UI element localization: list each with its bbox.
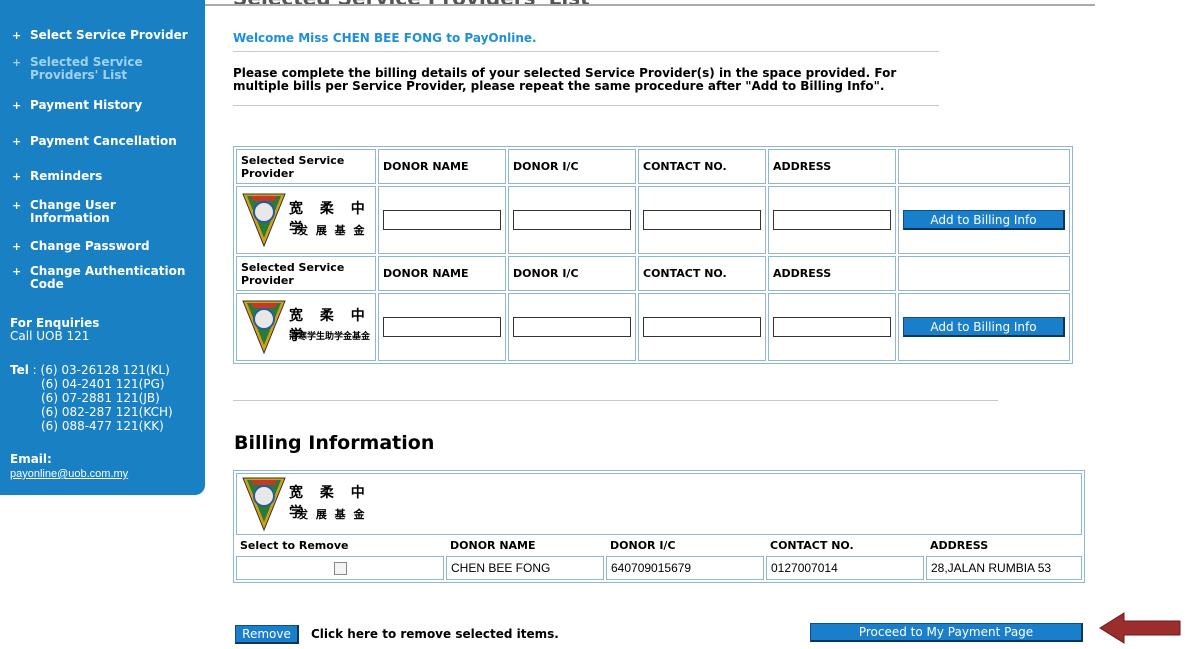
bullet-icon: + [12,29,22,42]
left-arrow-icon [1099,612,1181,644]
billing-logo-cell: 宽 柔 中 学 发 展 基 金 [236,473,1082,535]
school-emblem-icon [242,193,286,248]
proceed-to-payment-button[interactable]: Proceed to My Payment Page [810,623,1083,642]
table-row: 宽 柔 中 学 发 展 基 金 Add to Billing Info [236,186,1070,254]
provider-logo: 宽 柔 中 学 发 展 基 金 [237,474,373,534]
divider [233,51,939,52]
col-header: DONOR I/C [610,539,676,552]
add-to-billing-button[interactable]: Add to Billing Info [903,317,1065,337]
logo-subtext: 发 展 基 金 [297,508,367,521]
col-header: DONOR NAME [378,256,506,291]
donor-name-cell [378,293,506,361]
tel-line: Tel : (6) 03-26128 121(KL) [10,363,170,377]
tel-line: (6) 07-2881 121(JB) [41,391,160,405]
col-header: ADDRESS [768,256,896,291]
col-header: Selected Service Provider [236,256,376,291]
school-emblem-icon [242,300,286,355]
contact-no-value: 0127007014 [766,556,924,580]
col-header: ADDRESS [768,149,896,184]
bullet-icon: + [12,199,22,212]
tel-line: (6) 082-287 121(KCH) [41,405,173,419]
billing-title: Billing Information [234,432,435,454]
table-row: 宽 柔 中 学 清寒学生助学金基金 Add to Billing Info [236,293,1070,361]
col-header-empty [898,256,1070,291]
welcome-message: Welcome Miss CHEN BEE FONG to PayOnline. [233,31,537,45]
provider-logo-cell: 宽 柔 中 学 清寒学生助学金基金 [236,293,376,361]
address-cell [768,293,896,361]
email-link[interactable]: payonline@uob.com.my [10,468,128,480]
address-input[interactable] [773,317,891,337]
billing-logo-row: 宽 柔 中 学 发 展 基 金 [236,473,1082,535]
add-cell: Add to Billing Info [898,293,1070,361]
donor-name-input[interactable] [383,210,501,230]
table-header-row: Selected Service Provider DONOR NAME DON… [236,149,1070,184]
col-header: CONTACT NO. [770,539,854,552]
logo-subtext: 发 展 基 金 [297,224,367,237]
donor-ic-value: 640709015679 [606,556,764,580]
contact-cell [638,186,766,254]
col-header: DONOR NAME [378,149,506,184]
table-row: CHEN BEE FONG 640709015679 0127007014 28… [236,556,1082,580]
col-header-empty [898,149,1070,184]
add-to-billing-button[interactable]: Add to Billing Info [903,210,1065,230]
address-cell [768,186,896,254]
address-value: 28,JALAN RUMBIA 53 [926,556,1082,580]
col-header: DONOR NAME [450,539,536,552]
tel-line: (6) 04-2401 121(PG) [41,377,165,391]
bullet-icon: + [12,56,22,69]
tel-line: (6) 088-477 121(KK) [41,419,164,433]
bullet-icon: + [12,99,22,112]
donor-name-input[interactable] [383,317,501,337]
address-input[interactable] [773,210,891,230]
col-header: Select to Remove [240,539,349,552]
contact-no-input[interactable] [643,210,761,230]
col-header: ADDRESS [930,539,989,552]
provider-logo: 宽 柔 中 学 发 展 基 金 [237,190,373,250]
logo-subtext: 清寒学生助学金基金 [289,332,371,342]
donor-ic-input[interactable] [513,317,631,337]
instructions: Please complete the billing details of y… [233,66,897,93]
donor-ic-cell [508,186,636,254]
col-header: DONOR I/C [508,149,636,184]
bullet-icon: + [12,240,22,253]
col-header: DONOR I/C [508,256,636,291]
sidebar: + Select Service Provider + Selected Ser… [0,0,205,495]
remove-checkbox[interactable] [333,561,347,575]
enquiries-call: Call UOB 121 [10,329,90,343]
provider-logo: 宽 柔 中 学 清寒学生助学金基金 [237,297,373,357]
divider [233,400,998,401]
col-header: CONTACT NO. [638,149,766,184]
contact-no-input[interactable] [643,317,761,337]
divider [233,105,939,106]
donor-ic-cell [508,293,636,361]
remove-select-cell [236,556,444,580]
donor-name-cell [378,186,506,254]
col-header: Selected Service Provider [236,149,376,184]
provider-logo-cell: 宽 柔 中 学 发 展 基 金 [236,186,376,254]
email-label: Email: [10,452,52,466]
billing-table: 宽 柔 中 学 发 展 基 金 Select to Remove DONOR N… [233,470,1085,583]
bullet-icon: + [12,135,22,148]
top-divider [205,4,1095,6]
donor-ic-input[interactable] [513,210,631,230]
table-header-row: Select to Remove DONOR NAME DONOR I/C CO… [236,537,1082,554]
col-header: CONTACT NO. [638,256,766,291]
bullet-icon: + [12,170,22,183]
bullet-icon: + [12,265,22,278]
table-header-row: Selected Service Provider DONOR NAME DON… [236,256,1070,291]
remove-note: Click here to remove selected items. [311,627,559,641]
school-emblem-icon [242,477,286,532]
service-provider-table: Selected Service Provider DONOR NAME DON… [233,146,1073,364]
add-cell: Add to Billing Info [898,186,1070,254]
contact-cell [638,293,766,361]
donor-name-value: CHEN BEE FONG [446,556,604,580]
remove-button[interactable]: Remove [235,625,299,644]
